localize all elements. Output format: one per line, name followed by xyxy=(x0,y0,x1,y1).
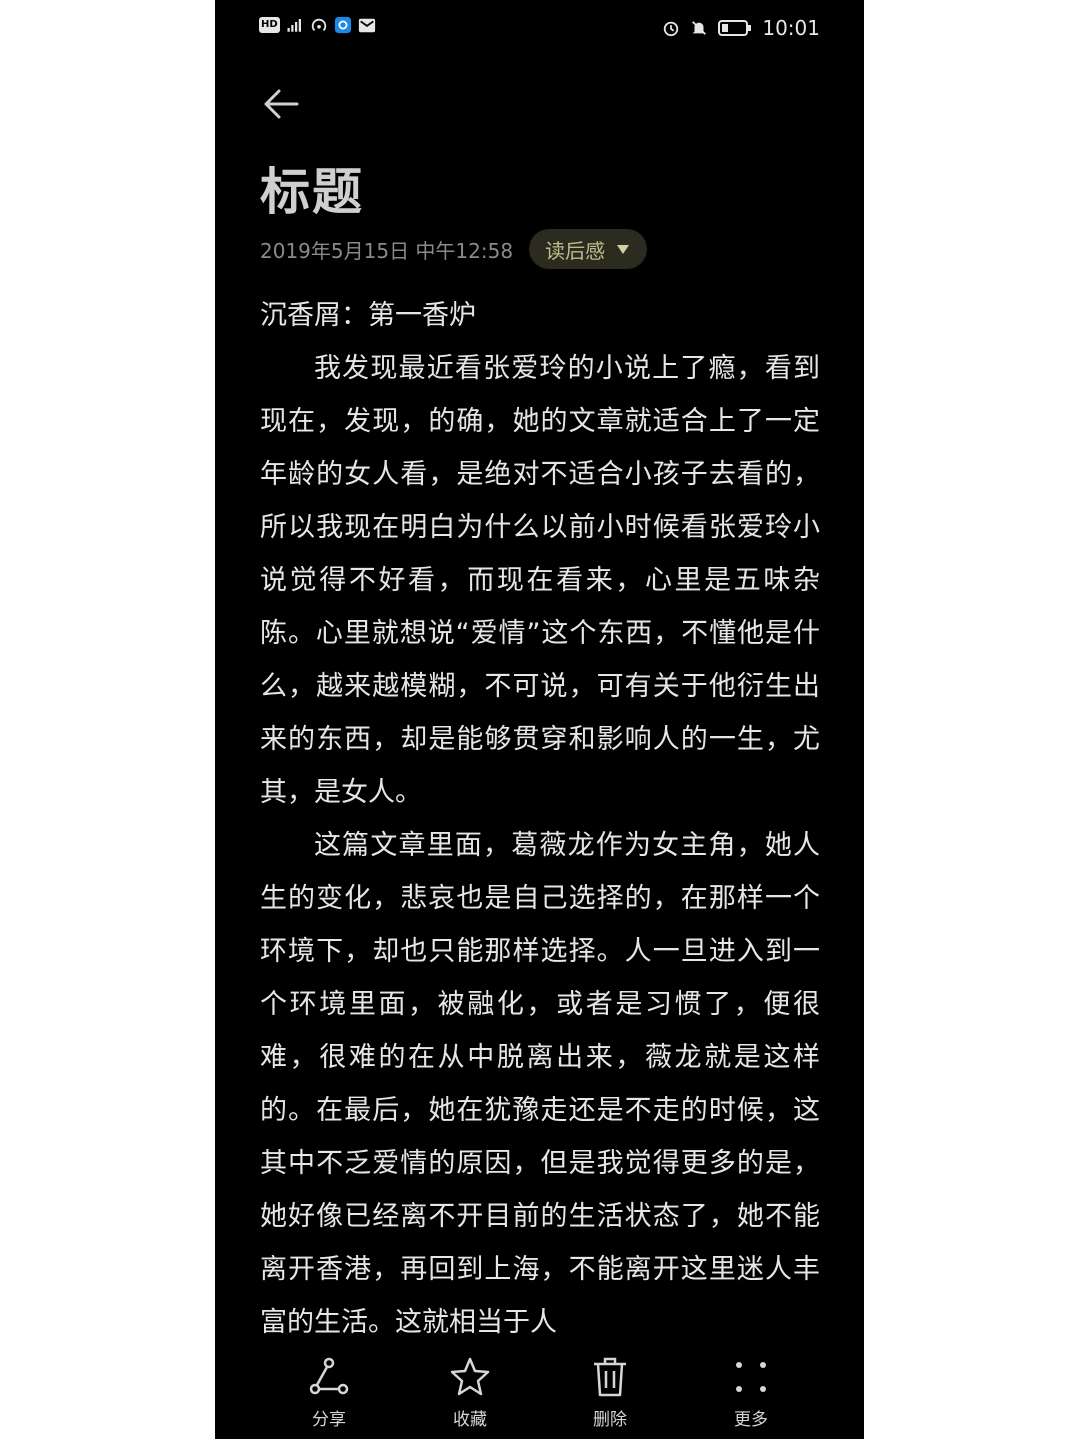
share-icon xyxy=(309,1357,349,1395)
back-arrow-icon[interactable] xyxy=(259,82,303,126)
note-title[interactable]: 标题 xyxy=(260,152,364,224)
battery-icon xyxy=(718,20,752,36)
chevron-down-icon xyxy=(617,244,630,254)
trash-icon xyxy=(594,1357,626,1397)
mute-icon xyxy=(692,21,707,35)
delete-button[interactable]: 删除 xyxy=(560,1355,660,1435)
phone-screen: HD 10:01 标题 2019年5月15日 中午12:58 读后感 沉香屑：第… xyxy=(215,0,864,1439)
bottom-toolbar: 分享 收藏 删除 更多 xyxy=(215,1345,864,1439)
status-left: HD xyxy=(259,16,376,34)
star-icon xyxy=(450,1357,490,1396)
share-button[interactable]: 分享 xyxy=(279,1355,379,1435)
note-paragraph: 我发现最近看张爱玲的小说上了瘾，看到现在，发现，的确，她的文章就适合上了一定年龄… xyxy=(260,353,820,808)
share-label: 分享 xyxy=(312,1410,346,1430)
favorite-label: 收藏 xyxy=(453,1410,487,1430)
more-label: 更多 xyxy=(734,1410,768,1430)
alarm-icon xyxy=(664,21,679,37)
note-content[interactable]: 沉香屑：第一香炉 我发现最近看张爱玲的小说上了瘾，看到现在，发现，的确，她的文章… xyxy=(260,289,820,1339)
note-paragraph: 沉香屑：第一香炉 xyxy=(260,300,476,331)
status-time: 10:01 xyxy=(762,16,820,40)
note-paragraph: 这篇文章里面，葛薇龙作为女主角，她人生的变化，悲哀也是自己选择的，在那样一个环境… xyxy=(260,830,820,1338)
signal-4g-icon xyxy=(287,19,301,32)
app-notification-icon xyxy=(334,16,351,34)
more-button[interactable]: 更多 xyxy=(701,1355,801,1435)
status-right: 10:01 xyxy=(662,16,820,40)
note-meta: 2019年5月15日 中午12:58 读后感 xyxy=(260,228,648,270)
hd-icon: HD xyxy=(259,17,280,33)
delete-label: 删除 xyxy=(593,1410,627,1430)
note-date: 2019年5月15日 中午12:58 xyxy=(260,238,514,263)
mail-notification-icon xyxy=(358,18,375,33)
category-dropdown[interactable]: 读后感 xyxy=(529,229,648,269)
more-icon xyxy=(736,1362,766,1392)
favorite-button[interactable]: 收藏 xyxy=(420,1355,520,1435)
category-label: 读后感 xyxy=(545,238,606,263)
status-bar: HD 10:01 xyxy=(215,0,864,56)
hotspot-icon xyxy=(311,18,326,32)
